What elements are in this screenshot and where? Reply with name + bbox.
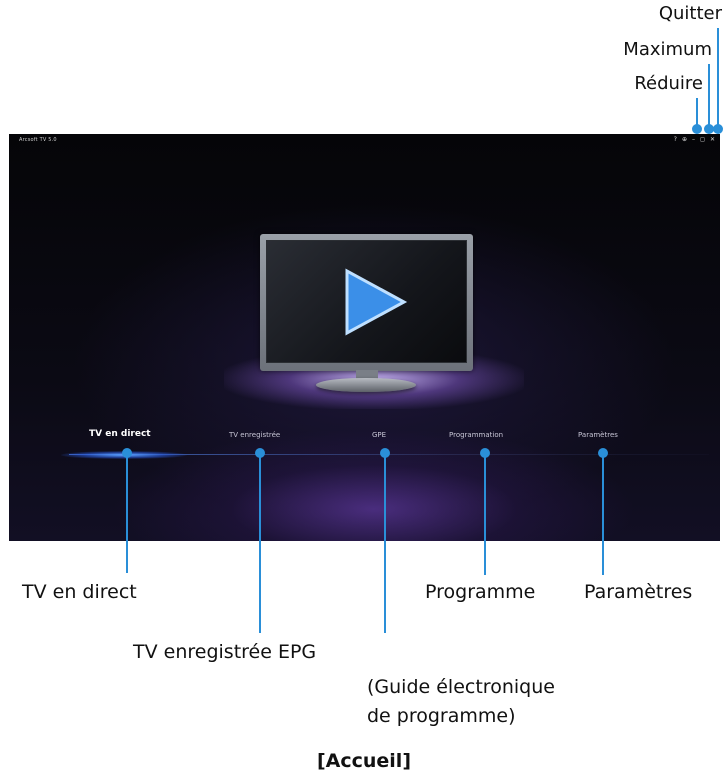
settings-callout-label: Paramètres xyxy=(584,581,693,603)
menu-item-settings[interactable]: Paramètres xyxy=(578,431,618,439)
menu-item-schedule[interactable]: Programmation xyxy=(449,431,503,439)
menu-item-live-tv[interactable]: TV en direct xyxy=(89,429,151,439)
help-icon[interactable]: ? xyxy=(674,137,677,143)
guide-callout-line1: (Guide électronique xyxy=(367,676,555,698)
menu-item-epg[interactable]: GPE xyxy=(372,431,386,439)
epg-callout-line xyxy=(384,453,386,633)
tv-icon[interactable] xyxy=(260,234,473,371)
maximize-callout-label: Maximum xyxy=(623,39,712,60)
page-caption: [Accueil] xyxy=(316,750,412,772)
recorded-epg-callout-label: TV enregistrée EPG xyxy=(133,641,317,663)
live-tv-callout-line xyxy=(126,453,128,573)
quit-callout-label: Quitter xyxy=(658,3,722,24)
app-title: Arcsoft TV 5.0 xyxy=(19,137,57,143)
menu-item-recorded-tv[interactable]: TV enregistrée xyxy=(229,431,280,439)
tv-screen xyxy=(266,240,467,363)
settings-callout-line xyxy=(602,453,604,575)
tv-stand xyxy=(316,378,416,392)
live-tv-callout-label: TV en direct xyxy=(22,581,137,603)
recorded-callout-line xyxy=(259,453,261,633)
quit-callout-line xyxy=(717,28,719,128)
program-callout-label: Programme xyxy=(425,581,536,603)
schedule-callout-line xyxy=(484,453,486,575)
maximize-callout-dot xyxy=(704,124,714,134)
play-icon xyxy=(345,268,408,336)
minimize-callout-label: Réduire xyxy=(634,73,703,94)
app-window: Arcsoft TV 5.0 ? ⊕ – ◻ ✕ TV en direct TV… xyxy=(9,134,720,541)
close-button[interactable]: ✕ xyxy=(710,137,715,143)
minimize-button[interactable]: – xyxy=(692,137,695,143)
maximize-callout-line xyxy=(708,64,710,128)
guide-callout-line2: de programme) xyxy=(367,705,516,727)
settings-small-icon[interactable]: ⊕ xyxy=(682,137,687,143)
maximize-button[interactable]: ◻ xyxy=(700,137,705,143)
quit-callout-dot xyxy=(713,124,723,134)
window-buttons: ? ⊕ – ◻ ✕ xyxy=(674,137,715,143)
minimize-callout-dot xyxy=(692,124,702,134)
